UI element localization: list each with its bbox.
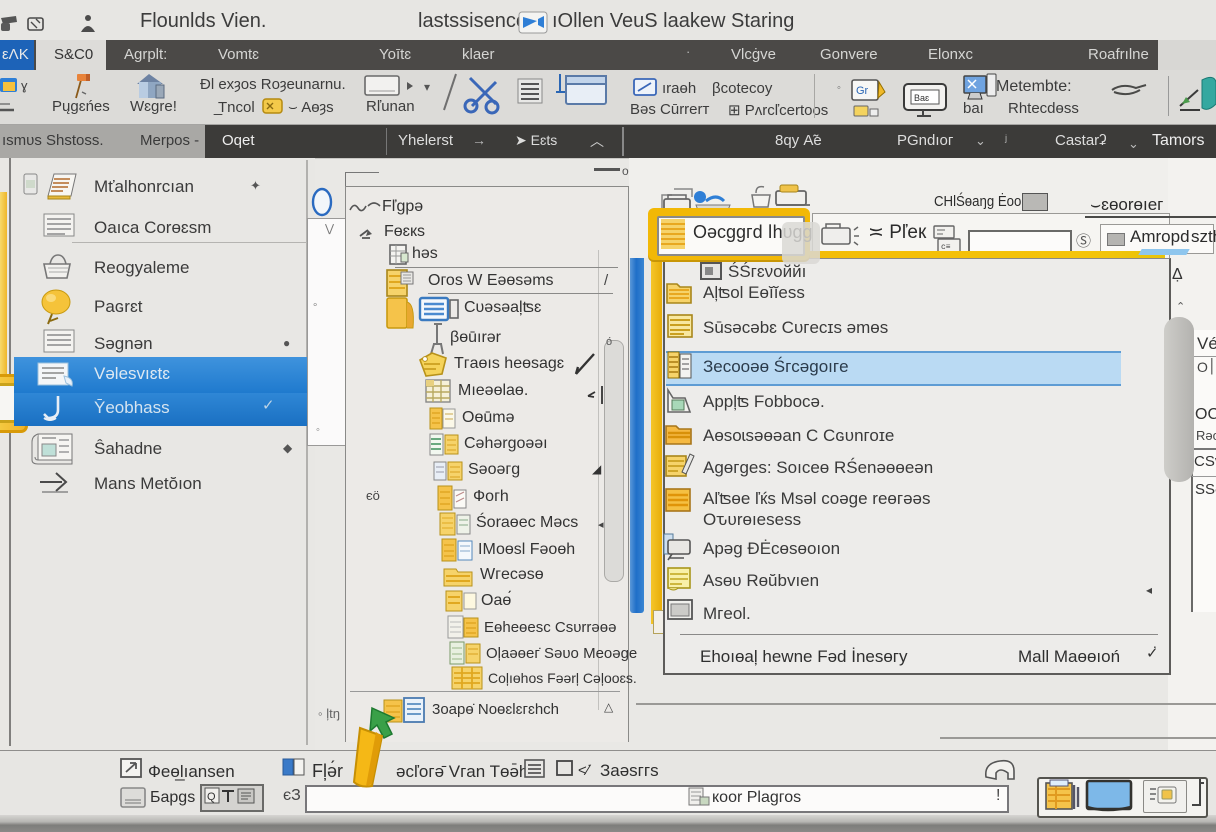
svg-text:Gr: Gr	[856, 85, 869, 97]
svg-text:Baɛ: Baɛ	[914, 93, 929, 103]
svg-text:Q: Q	[207, 791, 216, 803]
